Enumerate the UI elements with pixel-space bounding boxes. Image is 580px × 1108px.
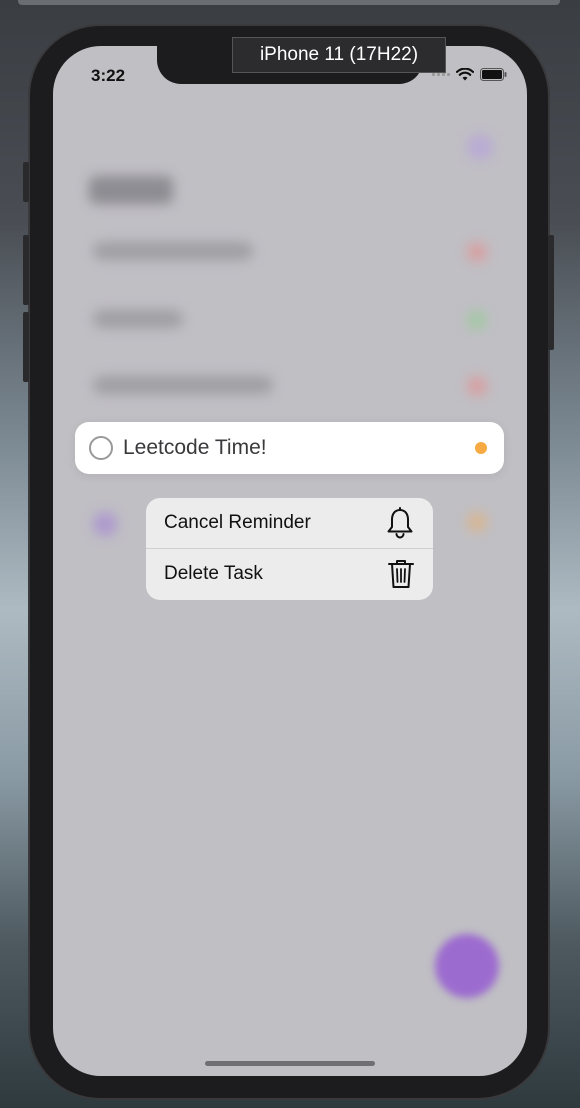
list-item — [93, 310, 183, 328]
side-button — [548, 235, 554, 350]
list-item — [93, 242, 253, 260]
cancel-reminder-menu-item[interactable]: Cancel Reminder — [146, 498, 433, 548]
task-complete-checkbox[interactable] — [89, 436, 113, 460]
priority-dot — [467, 376, 487, 396]
delete-task-menu-item[interactable]: Delete Task — [146, 548, 433, 599]
list-title — [89, 176, 173, 204]
priority-dot — [467, 242, 487, 262]
wifi-icon — [456, 68, 474, 81]
profile-avatar — [467, 134, 493, 160]
task-title: Leetcode Time! — [123, 436, 267, 459]
bell-icon — [387, 507, 413, 539]
priority-dot — [467, 310, 487, 330]
volume-down-button — [23, 312, 29, 382]
priority-dot — [467, 512, 487, 532]
context-menu: Cancel Reminder Delete Task — [146, 498, 433, 600]
simulator-device-label: iPhone 11 (17H22) — [232, 37, 446, 73]
add-task-button[interactable] — [435, 934, 499, 998]
status-time: 3:22 — [91, 66, 126, 85]
priority-flag-dot — [475, 442, 487, 454]
battery-icon — [480, 68, 507, 81]
volume-up-button — [23, 235, 29, 305]
home-indicator — [205, 1061, 375, 1066]
device-screen: 3:22 Leetcode Time! Cancel Reminder Dele… — [53, 46, 527, 1076]
trash-icon — [388, 560, 414, 588]
signal-icon — [432, 73, 450, 76]
list-item — [93, 376, 273, 394]
menu-item-label: Cancel Reminder — [164, 512, 311, 533]
menu-item-label: Delete Task — [164, 563, 263, 584]
window-top-bar — [18, 0, 560, 5]
list-item-circle — [93, 512, 117, 536]
silent-switch — [23, 162, 29, 202]
focused-task-card[interactable]: Leetcode Time! — [75, 422, 504, 474]
